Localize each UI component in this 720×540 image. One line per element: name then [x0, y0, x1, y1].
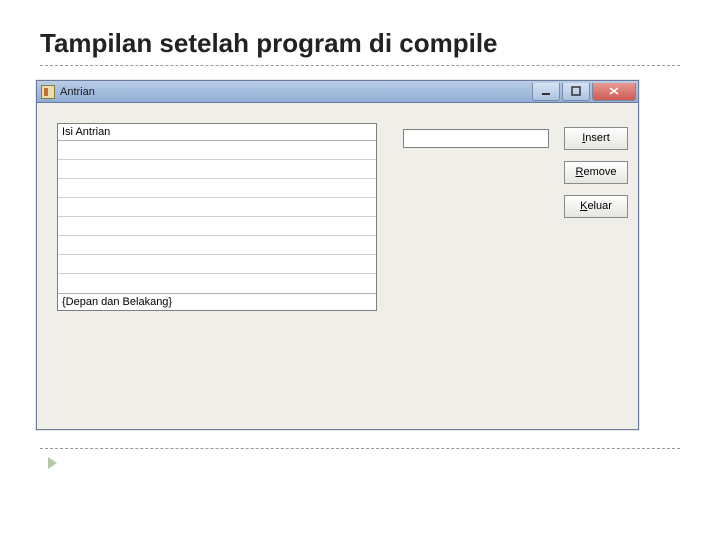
window-buttons — [530, 83, 636, 101]
bullet-icon — [48, 457, 57, 469]
slide-footer-line — [40, 448, 680, 469]
app-icon — [41, 85, 55, 99]
remove-button[interactable]: Remove — [564, 161, 628, 184]
queue-grid-row[interactable] — [58, 236, 376, 255]
window-title: Antrian — [60, 86, 530, 98]
insert-button[interactable]: Insert — [564, 127, 628, 150]
queue-grid-row[interactable] — [58, 141, 376, 160]
maximize-icon — [571, 86, 581, 96]
queue-grid-footer: {Depan dan Belakang} — [58, 293, 376, 310]
app-window: Antrian Isi Antrian — [36, 80, 639, 430]
queue-grid-row[interactable] — [58, 217, 376, 236]
titlebar: Antrian — [37, 81, 638, 103]
value-input[interactable] — [403, 129, 549, 148]
keluar-button[interactable]: Keluar — [564, 195, 628, 218]
queue-grid-row[interactable] — [58, 274, 376, 293]
queue-grid-row[interactable] — [58, 179, 376, 198]
client-area: Isi Antrian {Depan dan Belakang} Insert … — [37, 103, 638, 429]
remove-button-post: emove — [583, 166, 616, 178]
keluar-button-post: eluar — [587, 200, 611, 212]
maximize-button[interactable] — [562, 83, 590, 101]
minimize-icon — [541, 86, 551, 96]
queue-grid-header: Isi Antrian — [58, 124, 376, 141]
slide-title: Tampilan setelah program di compile — [40, 28, 680, 66]
queue-grid: Isi Antrian {Depan dan Belakang} — [57, 123, 377, 311]
queue-grid-row[interactable] — [58, 160, 376, 179]
insert-button-post: nsert — [585, 132, 609, 144]
queue-grid-row[interactable] — [58, 198, 376, 217]
minimize-button[interactable] — [532, 83, 560, 101]
close-button[interactable] — [592, 83, 636, 101]
close-icon — [608, 86, 620, 96]
queue-grid-row[interactable] — [58, 255, 376, 274]
